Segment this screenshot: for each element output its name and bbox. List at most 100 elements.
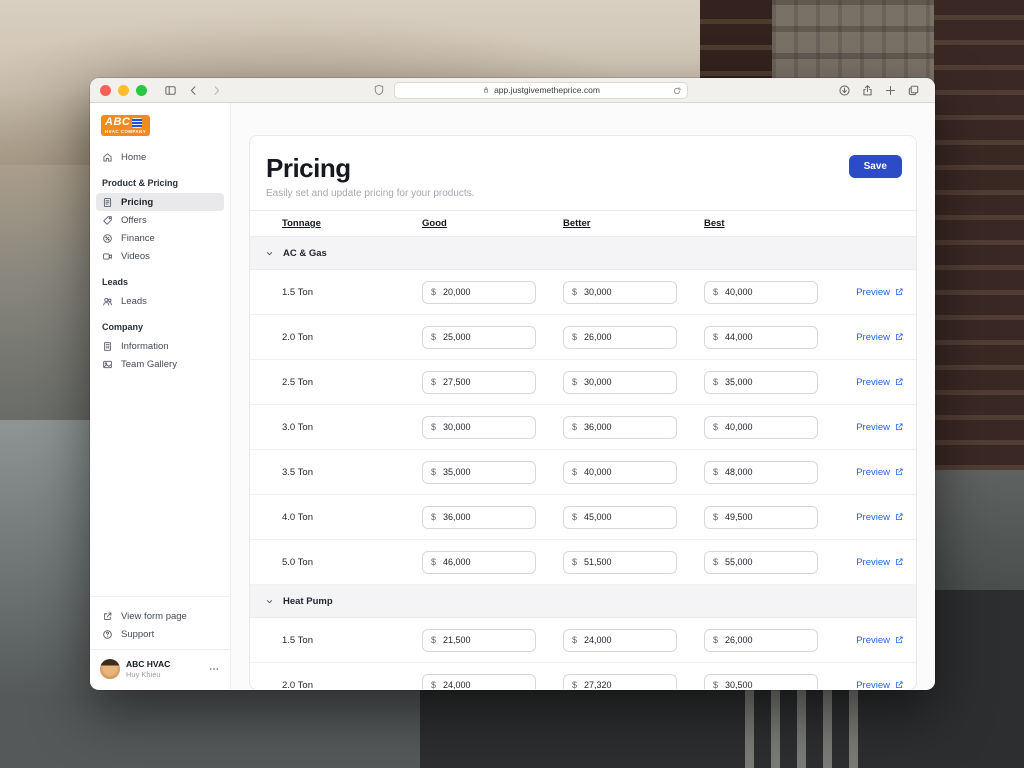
chevron-down-icon[interactable] bbox=[264, 248, 275, 259]
price-value-best[interactable] bbox=[725, 467, 809, 477]
account-section[interactable]: ABC HVAC Huy Khieu bbox=[90, 649, 230, 689]
price-value-good[interactable] bbox=[443, 377, 527, 387]
price-input-best[interactable]: $ bbox=[704, 460, 818, 484]
price-value-best[interactable] bbox=[725, 377, 809, 387]
price-value-good[interactable] bbox=[443, 332, 527, 342]
price-input-good[interactable]: $ bbox=[422, 505, 536, 529]
back-icon[interactable] bbox=[187, 84, 200, 97]
price-value-better[interactable] bbox=[584, 332, 668, 342]
preview-link[interactable]: Preview bbox=[856, 512, 904, 523]
group-header-heat-pump[interactable]: Heat Pump bbox=[250, 585, 916, 618]
preview-link[interactable]: Preview bbox=[856, 467, 904, 478]
price-value-good[interactable] bbox=[443, 635, 527, 645]
footer-item-view-form-page[interactable]: View form page bbox=[96, 607, 224, 625]
price-input-best[interactable]: $ bbox=[704, 280, 818, 304]
close-window-button[interactable] bbox=[100, 84, 111, 96]
more-options-icon[interactable] bbox=[208, 663, 220, 675]
price-value-best[interactable] bbox=[725, 287, 809, 297]
sidebar-item-pricing[interactable]: Pricing bbox=[96, 193, 224, 211]
price-value-good[interactable] bbox=[443, 512, 527, 522]
reload-icon[interactable] bbox=[672, 86, 682, 96]
tab-overview-icon[interactable] bbox=[907, 84, 920, 97]
shield-icon[interactable] bbox=[373, 84, 385, 96]
price-input-good[interactable]: $ bbox=[422, 415, 536, 439]
price-input-good[interactable]: $ bbox=[422, 280, 536, 304]
price-input-better[interactable]: $ bbox=[563, 280, 677, 304]
price-input-good[interactable]: $ bbox=[422, 673, 536, 689]
address-bar[interactable]: app.justgivemetheprice.com bbox=[394, 81, 688, 99]
preview-link[interactable]: Preview bbox=[856, 332, 904, 343]
new-tab-icon[interactable] bbox=[884, 84, 897, 97]
price-input-best[interactable]: $ bbox=[704, 550, 818, 574]
sidebar-item-finance[interactable]: Finance bbox=[96, 229, 224, 247]
zoom-window-button[interactable] bbox=[136, 84, 147, 96]
price-value-better[interactable] bbox=[584, 467, 668, 477]
price-input-good[interactable]: $ bbox=[422, 460, 536, 484]
preview-link[interactable]: Preview bbox=[856, 377, 904, 388]
price-input-best[interactable]: $ bbox=[704, 370, 818, 394]
price-input-best[interactable]: $ bbox=[704, 673, 818, 689]
sidebar-item-information[interactable]: Information bbox=[96, 337, 224, 355]
sidebar-item-leads[interactable]: Leads bbox=[96, 292, 224, 310]
price-input-better[interactable]: $ bbox=[563, 673, 677, 689]
tonnage-label: 2.0 Ton bbox=[282, 331, 313, 343]
price-value-best[interactable] bbox=[725, 332, 809, 342]
price-value-best[interactable] bbox=[725, 512, 809, 522]
price-value-best[interactable] bbox=[725, 635, 809, 645]
price-input-best[interactable]: $ bbox=[704, 415, 818, 439]
price-value-better[interactable] bbox=[584, 287, 668, 297]
price-value-good[interactable] bbox=[443, 680, 527, 689]
share-icon[interactable] bbox=[861, 84, 874, 97]
price-input-better[interactable]: $ bbox=[563, 505, 677, 529]
sidebar-item-label: Support bbox=[121, 628, 155, 640]
minimize-window-button[interactable] bbox=[118, 84, 129, 96]
pricing-row: 3.5 Ton $ $ $ Preview bbox=[250, 450, 916, 495]
price-input-better[interactable]: $ bbox=[563, 628, 677, 652]
column-header-good[interactable]: Good bbox=[422, 218, 447, 229]
preview-link[interactable]: Preview bbox=[856, 287, 904, 298]
sidebar-item-home[interactable]: Home bbox=[96, 148, 224, 166]
preview-link[interactable]: Preview bbox=[856, 680, 904, 689]
column-header-better[interactable]: Better bbox=[563, 218, 590, 229]
preview-link[interactable]: Preview bbox=[856, 557, 904, 568]
price-value-good[interactable] bbox=[443, 422, 527, 432]
sidebar-toggle-icon[interactable] bbox=[164, 84, 177, 97]
sidebar-item-offers[interactable]: Offers bbox=[96, 211, 224, 229]
price-input-better[interactable]: $ bbox=[563, 460, 677, 484]
price-value-better[interactable] bbox=[584, 377, 668, 387]
price-value-good[interactable] bbox=[443, 467, 527, 477]
price-input-better[interactable]: $ bbox=[563, 325, 677, 349]
forward-icon[interactable] bbox=[210, 84, 223, 97]
price-value-better[interactable] bbox=[584, 512, 668, 522]
column-header-tonnage[interactable]: Tonnage bbox=[250, 218, 321, 229]
price-input-better[interactable]: $ bbox=[563, 370, 677, 394]
chevron-down-icon[interactable] bbox=[264, 596, 275, 607]
price-input-good[interactable]: $ bbox=[422, 325, 536, 349]
price-input-best[interactable]: $ bbox=[704, 505, 818, 529]
price-input-best[interactable]: $ bbox=[704, 325, 818, 349]
save-button[interactable]: Save bbox=[848, 155, 902, 178]
group-header-ac-gas[interactable]: AC & Gas bbox=[250, 237, 916, 270]
price-value-better[interactable] bbox=[584, 557, 668, 567]
sidebar-item-videos[interactable]: Videos bbox=[96, 247, 224, 265]
price-input-good[interactable]: $ bbox=[422, 370, 536, 394]
price-input-better[interactable]: $ bbox=[563, 415, 677, 439]
price-value-best[interactable] bbox=[725, 422, 809, 432]
preview-link[interactable]: Preview bbox=[856, 422, 904, 433]
price-value-better[interactable] bbox=[584, 680, 668, 689]
downloads-icon[interactable] bbox=[838, 84, 851, 97]
price-input-good[interactable]: $ bbox=[422, 550, 536, 574]
price-input-best[interactable]: $ bbox=[704, 628, 818, 652]
preview-link[interactable]: Preview bbox=[856, 635, 904, 646]
price-value-good[interactable] bbox=[443, 557, 527, 567]
price-value-better[interactable] bbox=[584, 635, 668, 645]
footer-item-support[interactable]: Support bbox=[96, 625, 224, 643]
price-value-best[interactable] bbox=[725, 557, 809, 567]
price-input-good[interactable]: $ bbox=[422, 628, 536, 652]
price-input-better[interactable]: $ bbox=[563, 550, 677, 574]
column-header-best[interactable]: Best bbox=[704, 218, 725, 229]
sidebar-item-team-gallery[interactable]: Team Gallery bbox=[96, 355, 224, 373]
price-value-good[interactable] bbox=[443, 287, 527, 297]
price-value-better[interactable] bbox=[584, 422, 668, 432]
price-value-best[interactable] bbox=[725, 680, 809, 689]
